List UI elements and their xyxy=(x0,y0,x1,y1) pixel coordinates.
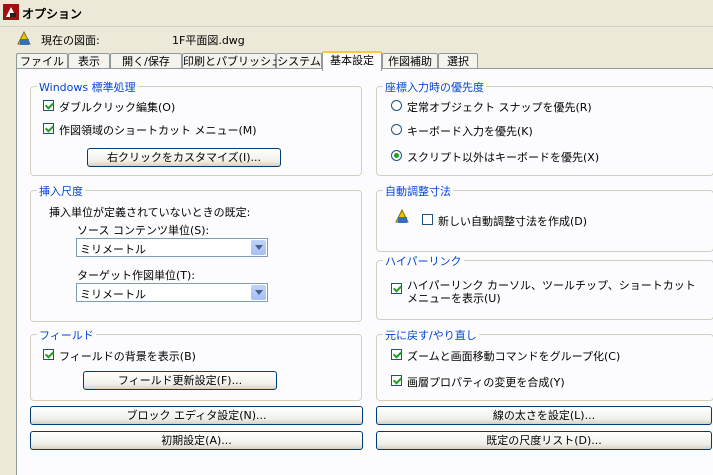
shortcut-menu-label: 作図領域のショートカット メニュー(M) xyxy=(59,124,257,137)
field-background-checkbox[interactable] xyxy=(43,349,54,360)
group-zoom-pan-label: ズームと画面移動コマンドをグループ化(C) xyxy=(407,350,621,363)
dblclick-edit-checkbox[interactable] xyxy=(43,100,54,111)
radio-running-osnap[interactable] xyxy=(391,100,402,111)
current-drawing-name: 1F平面図.dwg xyxy=(172,34,245,47)
new-assoc-dim-checkbox[interactable] xyxy=(422,214,433,225)
keyboard-except-scripts-label: スクリプト以外はキーボードを優先(X) xyxy=(407,151,600,164)
combine-layer-checkbox[interactable] xyxy=(391,375,402,386)
shortcut-menu-checkbox[interactable] xyxy=(43,123,54,134)
tab-display[interactable]: 表示 xyxy=(68,53,110,69)
group-title: 自動調整寸法 xyxy=(383,183,453,199)
group-windows-standard: Windows 標準処理 ダブルクリック編集(O) 作図領域のショートカット メ… xyxy=(30,79,362,176)
customize-right-click-button[interactable]: 右クリックをカスタマイズ(I)... xyxy=(87,148,281,167)
tab-open-save[interactable]: 開く/保存 xyxy=(110,53,182,69)
keyboard-entry-label: キーボード入力を優先(K) xyxy=(407,125,533,138)
source-units-label: ソース コンテンツ単位(S): xyxy=(77,224,210,237)
dimension-icon xyxy=(395,208,409,223)
group-title: 座標入力時の優先度 xyxy=(383,79,486,95)
tab-system[interactable]: システム xyxy=(276,53,322,69)
tab-files[interactable]: ファイル xyxy=(16,53,68,69)
group-hyperlink: ハイパーリンク ハイパーリンク カーソル、ツールチップ、ショートカット メニュー… xyxy=(376,253,713,320)
initial-settings-button[interactable]: 初期設定(A)... xyxy=(30,431,363,450)
field-update-settings-button[interactable]: フィールド更新設定(F)... xyxy=(83,371,277,390)
group-zoom-pan-checkbox[interactable] xyxy=(391,349,402,360)
hyperlink-display-label-2: メニューを表示(U) xyxy=(407,292,501,305)
combine-layer-label: 画層プロパティの変更を合成(Y) xyxy=(407,376,565,389)
group-fields: フィールド フィールドの背景を表示(B) フィールド更新設定(F)... xyxy=(30,327,362,401)
insert-units-desc: 挿入単位が定義されていないときの既定: xyxy=(49,206,251,219)
tab-panel-user-preferences: Windows 標準処理 ダブルクリック編集(O) 作図領域のショートカット メ… xyxy=(16,68,713,475)
dblclick-edit-label: ダブルクリック編集(O) xyxy=(59,101,176,114)
radio-keyboard-except-scripts[interactable] xyxy=(391,150,402,161)
default-scale-list-button[interactable]: 既定の尺度リスト(D)... xyxy=(376,431,712,450)
source-units-value: ミリメートル xyxy=(80,243,146,256)
hyperlink-display-checkbox[interactable] xyxy=(391,283,402,294)
group-title: Windows 標準処理 xyxy=(37,79,138,95)
radio-keyboard-entry[interactable] xyxy=(391,124,402,135)
chevron-down-icon[interactable] xyxy=(251,240,266,255)
group-undo-redo: 元に戻す/やり直し ズームと画面移動コマンドをグループ化(C) 画層プロパティの… xyxy=(376,327,713,401)
drawing-file-icon xyxy=(17,30,31,45)
target-units-label: ターゲット作図単位(T): xyxy=(77,269,196,282)
target-units-value: ミリメートル xyxy=(80,288,146,301)
running-osnap-label: 定常オブジェクト スナップを優先(R) xyxy=(407,101,592,114)
tab-user-preferences[interactable]: 基本設定 xyxy=(322,51,382,71)
group-insertion-scale: 挿入尺度 挿入単位が定義されていないときの既定: ソース コンテンツ単位(S):… xyxy=(30,183,362,322)
current-drawing-row: 現在の図面: 1F平面図.dwg xyxy=(0,26,713,50)
autocad-app-icon xyxy=(3,4,19,20)
lineweight-settings-button[interactable]: 線の太さを設定(L)... xyxy=(376,406,712,425)
window-title: オプション xyxy=(22,7,83,21)
group-coordinate-priority: 座標入力時の優先度 定常オブジェクト スナップを優先(R) キーボード入力を優先… xyxy=(376,79,713,176)
tab-drafting[interactable]: 作図補助 xyxy=(382,53,438,69)
group-associative-dimensioning: 自動調整寸法 新しい自動調整寸法を作成(D) xyxy=(376,183,713,252)
group-title: フィールド xyxy=(37,327,96,343)
target-units-select[interactable]: ミリメートル xyxy=(76,283,268,302)
chevron-down-icon[interactable] xyxy=(251,285,266,300)
source-units-select[interactable]: ミリメートル xyxy=(76,238,268,257)
new-assoc-dim-label: 新しい自動調整寸法を作成(D) xyxy=(438,215,588,228)
group-title: ハイパーリンク xyxy=(383,253,464,269)
title-bar: オプション xyxy=(0,0,713,27)
block-editor-settings-button[interactable]: ブロック エディタ設定(N)... xyxy=(30,406,363,425)
group-title: 元に戻す/やり直し xyxy=(383,327,479,343)
field-background-label: フィールドの背景を表示(B) xyxy=(59,350,196,363)
group-title: 挿入尺度 xyxy=(37,183,85,199)
tab-selection[interactable]: 選択 xyxy=(438,53,478,69)
current-drawing-label: 現在の図面: xyxy=(41,34,100,47)
tab-plot-publish[interactable]: 印刷とパブリッシュ xyxy=(182,53,282,69)
